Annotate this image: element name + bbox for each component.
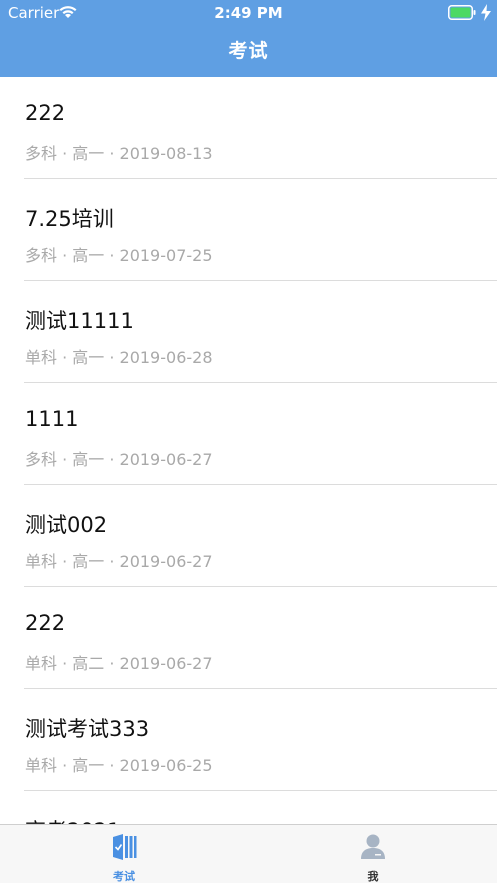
exam-list-item[interactable]: 测试002 单科 · 高一 · 2019-06-27 <box>24 485 497 587</box>
status-time: 2:49 PM <box>214 4 283 22</box>
top-bar: Carrier 2:49 PM 考试 <box>0 0 497 77</box>
exam-meta: 单科 · 高一 · 2019-06-27 <box>25 552 213 571</box>
tab-exam[interactable]: 考试 <box>0 825 248 883</box>
exam-title: 高考2021 <box>25 815 120 824</box>
exam-title: 测试考试333 <box>25 717 150 741</box>
exam-meta: 多科 · 高一 · 2019-06-27 <box>25 450 213 469</box>
exam-list-item[interactable]: 测试11111 单科 · 高一 · 2019-06-28 <box>24 281 497 383</box>
charging-bolt-icon <box>481 4 491 21</box>
exam-list-item[interactable]: 高考2021 <box>24 791 497 824</box>
tab-me[interactable]: 我 <box>249 825 497 883</box>
exam-list-item[interactable]: 222 多科 · 高一 · 2019-08-13 <box>24 77 497 179</box>
exam-meta: 多科 · 高一 · 2019-07-25 <box>25 246 213 265</box>
status-bar: Carrier 2:49 PM <box>0 0 497 26</box>
exam-meta: 单科 · 高一 · 2019-06-28 <box>25 348 213 367</box>
exam-title: 222 <box>25 611 66 635</box>
page-title: 考试 <box>228 40 269 62</box>
exam-meta: 多科 · 高一 · 2019-08-13 <box>25 144 213 163</box>
exam-title: 7.25培训 <box>25 207 114 231</box>
exam-book-icon <box>113 834 137 860</box>
exam-title: 222 <box>25 101 66 125</box>
exam-meta: 单科 · 高二 · 2019-06-27 <box>25 654 213 673</box>
tab-me-label: 我 <box>367 870 379 883</box>
battery-icon <box>448 5 476 20</box>
exam-title: 测试002 <box>25 513 108 537</box>
exam-list-item[interactable]: 测试考试333 单科 · 高一 · 2019-06-25 <box>24 689 497 791</box>
tab-bar: 考试 我 <box>0 824 497 883</box>
exam-meta: 单科 · 高一 · 2019-06-25 <box>25 756 213 775</box>
exam-list-item[interactable]: 1111 多科 · 高一 · 2019-06-27 <box>24 383 497 485</box>
exam-title: 测试11111 <box>25 309 134 333</box>
exam-list-item[interactable]: 222 单科 · 高二 · 2019-06-27 <box>24 587 497 689</box>
exam-list-item[interactable]: 7.25培训 多科 · 高一 · 2019-07-25 <box>24 179 497 281</box>
exam-title: 1111 <box>25 407 79 431</box>
exam-list: 222 多科 · 高一 · 2019-08-13 7.25培训 多科 · 高一 … <box>0 77 497 824</box>
profile-person-icon <box>361 834 385 859</box>
tab-exam-label: 考试 <box>113 870 135 883</box>
